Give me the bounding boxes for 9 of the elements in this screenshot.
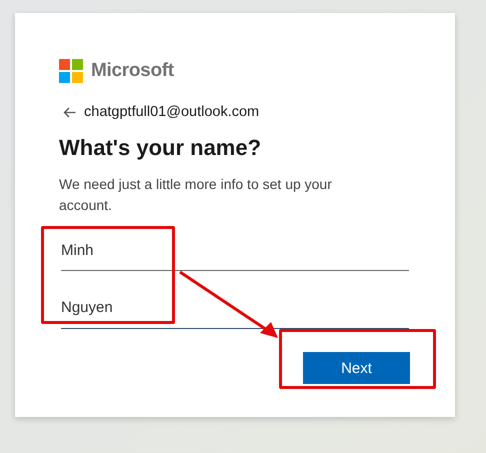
- microsoft-logo-icon: [59, 59, 83, 84]
- account-email: chatgptfull01@outlook.com: [84, 102, 260, 122]
- back-arrow-icon[interactable]: [63, 106, 76, 118]
- page-title: What's your name?: [59, 135, 262, 162]
- name-input-field[interactable]: Nguyen: [61, 291, 409, 329]
- description-text: We need just a little more info to set up your account.: [59, 174, 333, 215]
- next-button[interactable]: Next: [303, 352, 410, 384]
- logo-text: Microsoft: [91, 59, 174, 83]
- name-input-field[interactable]: Minh: [61, 234, 409, 272]
